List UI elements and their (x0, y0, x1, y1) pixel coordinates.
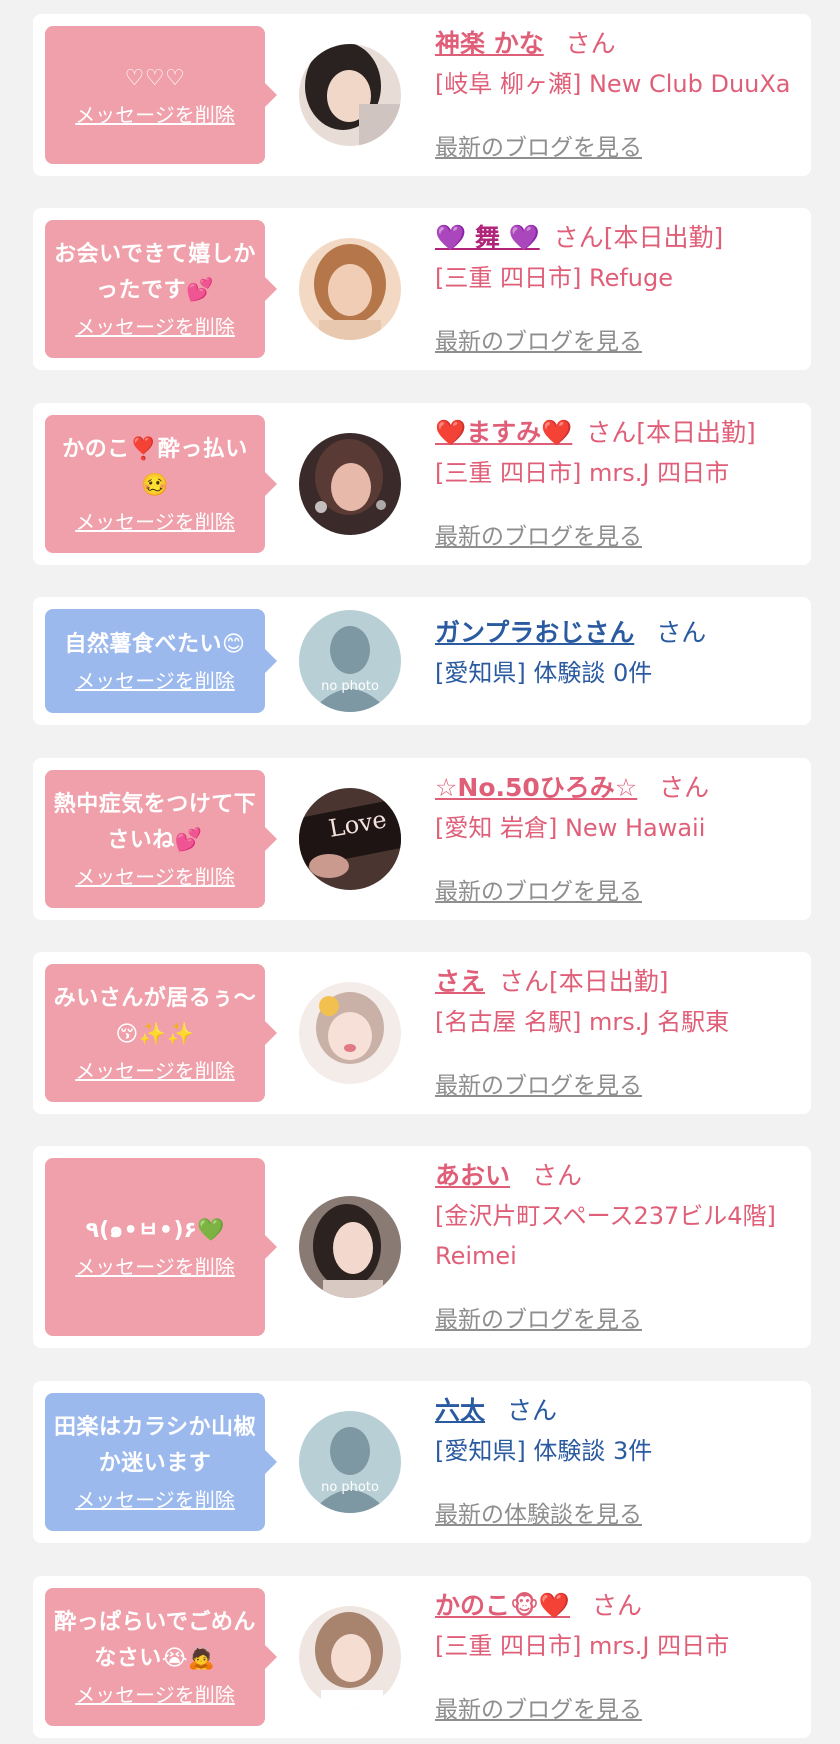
honorific: さん (565, 29, 616, 58)
message-text: お会いできて嬉しかったです💕 (54, 242, 256, 303)
honorific: さん (586, 418, 637, 447)
avatar[interactable] (299, 433, 401, 535)
shop-info: [愛知 岩倉] New Hawaii (435, 814, 706, 842)
message-text: 自然薯食べたい😊 (64, 632, 246, 657)
message-bubble: お会いできて嬉しかったです💕 メッセージを削除 (45, 220, 277, 358)
delete-message-link[interactable]: メッセージを削除 (75, 1486, 235, 1514)
message-bubble: ♡♡♡ メッセージを削除 (45, 26, 277, 164)
profile-name-link[interactable]: ❤️ますみ❤️ (435, 418, 572, 447)
message-text: ٩(๑•ㅂ•)۶💚 (85, 1218, 225, 1243)
message-card: みいさんが居るぅ〜😚✨✨ メッセージを削除 さえ さん[本日出勤] [名古屋 名駅… (33, 952, 811, 1114)
honorific: さん (499, 967, 550, 996)
name-suffix: [本日出勤] (549, 967, 669, 996)
shop-info: [三重 四日市] Refuge (435, 264, 674, 292)
latest-blog-link[interactable]: 最新のブログを見る (435, 872, 642, 906)
shop-info: [岐阜 柳ヶ瀬] New Club DuuXa (435, 70, 791, 98)
profile-name-link[interactable]: ☆No.50ひろみ☆ (435, 773, 637, 802)
avatar[interactable] (299, 1606, 401, 1708)
message-card: 田楽はカラシか山椒か迷います メッセージを削除 no photo 六太 さん [… (33, 1381, 811, 1543)
avatar[interactable] (299, 44, 401, 146)
message-bubble: 酔っぱらいでごめんなさい😭🙇 メッセージを削除 (45, 1588, 277, 1726)
shop-info: [三重 四日市] mrs.J 四日市 (435, 1632, 730, 1660)
latest-blog-link[interactable]: 最新のブログを見る (435, 517, 642, 551)
honorific: さん (506, 1396, 557, 1425)
delete-message-link[interactable]: メッセージを削除 (75, 1253, 235, 1281)
delete-message-link[interactable]: メッセージを削除 (75, 1057, 235, 1085)
profile-name-link[interactable]: 六太 (435, 1396, 485, 1425)
delete-message-link[interactable]: メッセージを削除 (75, 863, 235, 891)
message-bubble: 田楽はカラシか山椒か迷います メッセージを削除 (45, 1393, 277, 1531)
name-suffix: [本日出勤] (603, 223, 724, 252)
message-bubble: ٩(๑•ㅂ•)۶💚 メッセージを削除 (45, 1158, 277, 1336)
avatar[interactable]: Love (299, 788, 401, 890)
latest-blog-link[interactable]: 最新のブログを見る (435, 1690, 642, 1724)
latest-blog-link[interactable]: 最新のブログを見る (435, 128, 642, 162)
honorific: さん (531, 1161, 582, 1190)
message-card: かのこ❣️酔っ払い🥴 メッセージを削除 ❤️ますみ❤️ さん[本日出勤] [三重 … (33, 403, 811, 565)
latest-blog-link[interactable]: 最新のブログを見る (435, 322, 642, 356)
avatar[interactable]: no photo (299, 610, 401, 712)
no-photo-label: no photo (321, 679, 379, 694)
message-text: 熱中症気をつけて下さいね💕 (53, 792, 257, 853)
avatar[interactable]: no photo (299, 1411, 401, 1513)
honorific: さん (659, 773, 710, 802)
no-photo-label: no photo (321, 1480, 379, 1495)
latest-blog-link[interactable]: 最新のブログを見る (435, 1066, 642, 1100)
delete-message-link[interactable]: メッセージを削除 (75, 508, 235, 536)
shop-info: [金沢片町スペース237ビル4階] Reimei (435, 1202, 776, 1270)
message-text: ♡♡♡ (124, 66, 186, 91)
avatar[interactable] (299, 1196, 401, 1298)
delete-message-link[interactable]: メッセージを削除 (75, 1681, 235, 1709)
message-bubble: 自然薯食べたい😊 メッセージを削除 (45, 609, 277, 713)
message-card: 熱中症気をつけて下さいね💕 メッセージを削除 Love ☆No.50ひろみ☆ さ… (33, 758, 811, 920)
honorific: さん (656, 618, 707, 647)
profile-name-link[interactable]: 💜 舞 💜 (435, 223, 540, 252)
delete-message-link[interactable]: メッセージを削除 (75, 313, 235, 341)
shop-info: [三重 四日市] mrs.J 四日市 (435, 459, 730, 487)
message-text: みいさんが居るぅ〜😚✨✨ (53, 986, 257, 1047)
message-card: 自然薯食べたい😊 メッセージを削除 no photo ガンプラおじさん さん [… (33, 597, 811, 725)
profile-name-link[interactable]: かのこ🐵❤️ (435, 1591, 570, 1620)
message-bubble: みいさんが居るぅ〜😚✨✨ メッセージを削除 (45, 964, 277, 1102)
avatar[interactable] (299, 982, 401, 1084)
shop-info: [愛知県] 体験談 3件 (435, 1437, 653, 1465)
message-text: かのこ❣️酔っ払い🥴 (62, 437, 248, 498)
message-card: お会いできて嬉しかったです💕 メッセージを削除 💜 舞 💜 さん[本日出勤] [三… (33, 208, 811, 370)
latest-review-link[interactable]: 最新の体験談を見る (435, 1495, 642, 1529)
message-bubble: 熱中症気をつけて下さいね💕 メッセージを削除 (45, 770, 277, 908)
delete-message-link[interactable]: メッセージを削除 (75, 667, 235, 695)
honorific: さん (592, 1591, 643, 1620)
name-suffix: [本日出勤] (636, 418, 756, 447)
honorific: さん (553, 223, 604, 252)
latest-blog-link[interactable]: 最新のブログを見る (435, 1300, 642, 1334)
profile-name-link[interactable]: ガンプラおじさん (435, 618, 634, 647)
profile-name-link[interactable]: あおい (435, 1161, 510, 1190)
message-list: ♡♡♡ メッセージを削除 神楽 かな さん [岐阜 柳ヶ瀬] New Club … (0, 0, 840, 1744)
message-bubble: かのこ❣️酔っ払い🥴 メッセージを削除 (45, 415, 277, 553)
shop-info: [名古屋 名駅] mrs.J 名駅東 (435, 1008, 730, 1036)
shop-info: [愛知県] 体験談 0件 (435, 659, 653, 687)
avatar[interactable] (299, 238, 401, 340)
profile-name-link[interactable]: さえ (435, 967, 485, 996)
message-text: 酔っぱらいでごめんなさい😭🙇 (54, 1610, 256, 1671)
message-card: ♡♡♡ メッセージを削除 神楽 かな さん [岐阜 柳ヶ瀬] New Club … (33, 14, 811, 176)
message-card: 酔っぱらいでごめんなさい😭🙇 メッセージを削除 かのこ🐵❤️ さん [三重 四日… (33, 1576, 811, 1738)
message-text: 田楽はカラシか山椒か迷います (53, 1415, 257, 1476)
message-card: ٩(๑•ㅂ•)۶💚 メッセージを削除 あおい さん [金沢片町スペース237ビル… (33, 1146, 811, 1348)
delete-message-link[interactable]: メッセージを削除 (75, 101, 235, 129)
profile-name-link[interactable]: 神楽 かな (435, 29, 544, 58)
